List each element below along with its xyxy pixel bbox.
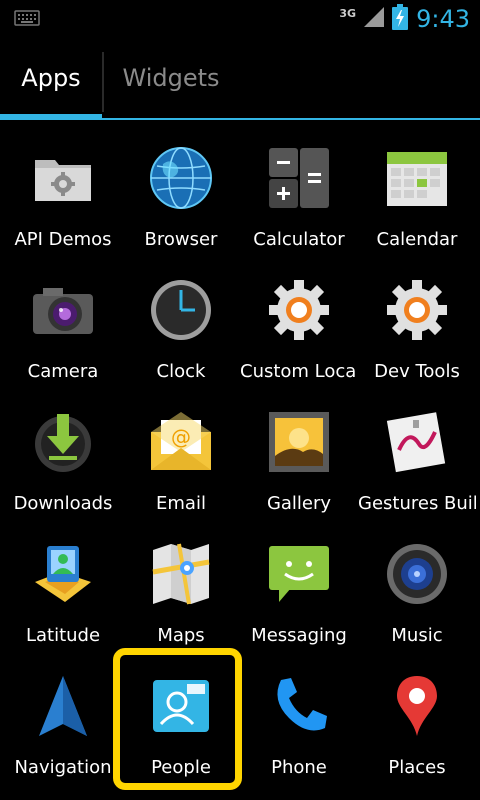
tab-apps[interactable]: Apps xyxy=(0,38,102,118)
messaging-icon xyxy=(267,542,331,606)
app-email[interactable]: @ Email xyxy=(122,400,240,532)
app-label: Navigation xyxy=(14,757,112,778)
maps-icon xyxy=(149,542,213,606)
tab-underline xyxy=(0,118,480,120)
calendar-icon xyxy=(385,146,449,210)
app-navigation[interactable]: Navigation xyxy=(4,664,122,796)
app-label: Maps xyxy=(157,625,205,646)
app-label: Camera xyxy=(27,361,99,382)
app-latitude[interactable]: Latitude xyxy=(4,532,122,664)
app-browser[interactable]: Browser xyxy=(122,136,240,268)
app-label: Browser xyxy=(144,229,218,250)
app-label: Messaging xyxy=(251,625,347,646)
app-label: Gestures Buil xyxy=(358,493,476,514)
status-bar: 3G 9:43 xyxy=(0,0,480,38)
gallery-icon xyxy=(267,410,331,474)
app-label: Clock xyxy=(156,361,206,382)
network-type: 3G xyxy=(339,6,357,20)
download-icon xyxy=(31,410,95,474)
signal-icon xyxy=(362,5,386,33)
svg-text:@: @ xyxy=(171,425,191,449)
globe-icon xyxy=(149,146,213,210)
map-pin-icon xyxy=(385,674,449,738)
app-maps[interactable]: Maps xyxy=(122,532,240,664)
app-label: Places xyxy=(388,757,446,778)
app-label: Custom Local xyxy=(240,361,358,382)
gear-icon xyxy=(385,278,449,342)
speaker-icon xyxy=(385,542,449,606)
latitude-icon xyxy=(31,542,95,606)
app-label: Calculator xyxy=(253,229,345,250)
app-label: Phone xyxy=(271,757,327,778)
app-label: Email xyxy=(156,493,206,514)
app-label: Latitude xyxy=(25,625,101,646)
app-camera[interactable]: Camera xyxy=(4,268,122,400)
app-label: Dev Tools xyxy=(374,361,460,382)
gear-icon xyxy=(267,278,331,342)
clock-icon xyxy=(149,278,213,342)
app-gestures-builder[interactable]: Gestures Buil xyxy=(358,400,476,532)
app-label: Gallery xyxy=(266,493,332,514)
app-gallery[interactable]: Gallery xyxy=(240,400,358,532)
app-custom-local[interactable]: Custom Local xyxy=(240,268,358,400)
keyboard-icon xyxy=(14,10,40,30)
app-calendar[interactable]: Calendar xyxy=(358,136,476,268)
app-dev-tools[interactable]: Dev Tools xyxy=(358,268,476,400)
camera-icon xyxy=(31,278,95,342)
tab-bar: Apps Widgets xyxy=(0,38,480,122)
people-highlight-box xyxy=(113,648,242,790)
app-clock[interactable]: Clock xyxy=(122,268,240,400)
app-messaging[interactable]: Messaging xyxy=(240,532,358,664)
tab-widgets[interactable]: Widgets xyxy=(104,38,238,118)
app-music[interactable]: Music xyxy=(358,532,476,664)
app-calculator[interactable]: Calculator xyxy=(240,136,358,268)
app-places[interactable]: Places xyxy=(358,664,476,796)
app-label: Calendar xyxy=(376,229,458,250)
phone-icon xyxy=(267,674,331,738)
clock-time: 9:43 xyxy=(416,5,470,33)
app-label: Downloads xyxy=(13,493,113,514)
app-api-demos[interactable]: API Demos xyxy=(4,136,122,268)
app-downloads[interactable]: Downloads xyxy=(4,400,122,532)
calculator-icon xyxy=(267,146,331,210)
folder-gear-icon xyxy=(31,146,95,210)
navigation-arrow-icon xyxy=(31,674,95,738)
app-label: API Demos xyxy=(14,229,112,250)
battery-charging-icon xyxy=(392,4,409,34)
app-phone[interactable]: Phone xyxy=(240,664,358,796)
app-label: Music xyxy=(391,625,443,646)
email-icon: @ xyxy=(149,410,213,474)
gestures-icon xyxy=(385,410,449,474)
